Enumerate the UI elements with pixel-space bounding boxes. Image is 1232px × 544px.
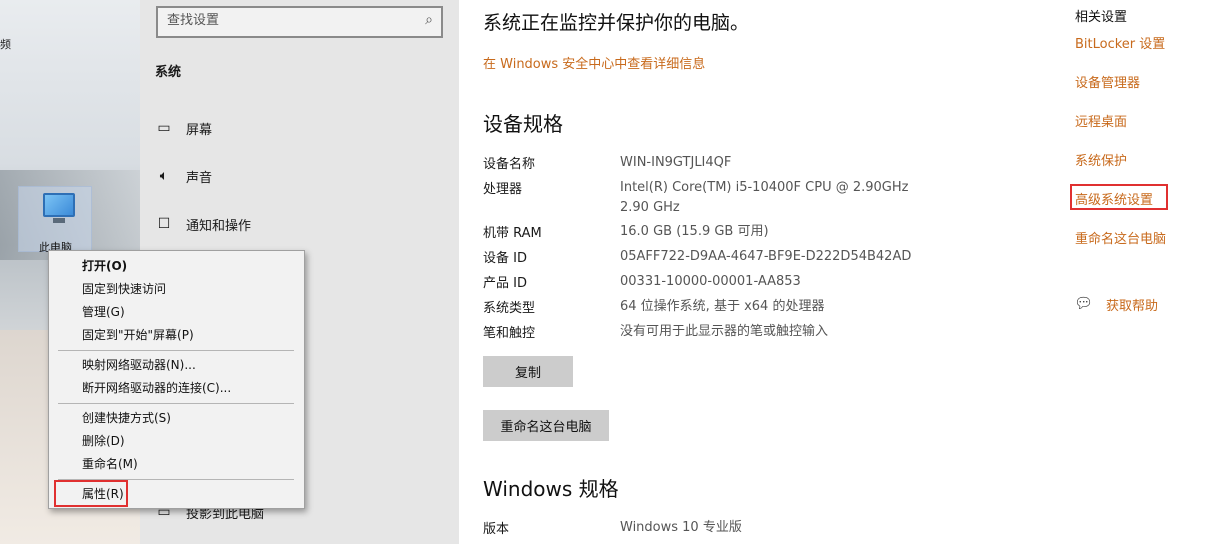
menu-item-delete[interactable]: 删除(D): [49, 430, 304, 453]
bitlocker-link[interactable]: BitLocker 设置: [1075, 33, 1165, 52]
nav-item-label: 通知和操作: [186, 218, 252, 234]
menu-item-disconnect-drive[interactable]: 断开网络驱动器的连接(C)...: [49, 377, 304, 400]
spec-key: 笔和触控: [483, 326, 536, 341]
menu-item-open[interactable]: 打开(O): [49, 255, 304, 278]
device-manager-link[interactable]: 设备管理器: [1075, 72, 1140, 91]
highlight-box: [54, 480, 128, 507]
search-input[interactable]: [167, 13, 407, 28]
remote-desktop-link[interactable]: 远程桌面: [1075, 111, 1127, 130]
get-help-link[interactable]: 获取帮助: [1106, 295, 1158, 314]
protection-status-text: 系统正在监控并保护你的电脑。: [483, 12, 750, 34]
menu-item-pin-start[interactable]: 固定到"开始"屏幕(P): [49, 324, 304, 347]
spec-value: Intel(R) Core(TM) i5-10400F CPU @ 2.90GH…: [620, 180, 909, 215]
search-icon[interactable]: ⌕: [425, 12, 433, 28]
spec-key: 版本: [483, 522, 510, 537]
menu-item-rename[interactable]: 重命名(M): [49, 453, 304, 476]
spec-value: 16.0 GB (15.9 GB 可用): [620, 224, 769, 239]
computer-stand-icon: [53, 218, 65, 223]
spec-key: 机带 RAM: [483, 226, 542, 241]
menu-separator: [58, 350, 294, 351]
context-menu: 打开(O) 固定到快速访问 管理(G) 固定到"开始"屏幕(P) 映射网络驱动器…: [48, 250, 305, 509]
notification-icon: ☐: [157, 216, 171, 232]
spec-value: Windows 10 专业版: [620, 520, 742, 535]
spec-key: 产品 ID: [483, 276, 527, 291]
speaker-icon: 🔈︎: [159, 168, 169, 184]
spec-value: 64 位操作系统, 基于 x64 的处理器: [620, 299, 825, 314]
spec-value: 05AFF722-D9AA-4647-BF9E-D222D54B42AD: [620, 249, 912, 264]
spec-value: WIN-IN9GTJLI4QF: [620, 155, 732, 170]
related-settings: 相关设置 BitLocker 设置 设备管理器 远程桌面 系统保护 高级系统设置…: [1060, 0, 1232, 544]
chat-help-icon: 💬︎: [1074, 294, 1094, 312]
rename-pc-button[interactable]: 重命名这台电脑: [483, 410, 609, 441]
device-specs-heading: 设备规格: [483, 112, 563, 136]
menu-item-map-drive[interactable]: 映射网络驱动器(N)...: [49, 354, 304, 377]
nav-item-label: 声音: [186, 170, 213, 186]
related-settings-heading: 相关设置: [1075, 10, 1128, 25]
windows-specs-heading: Windows 规格: [483, 477, 619, 501]
spec-value: 没有可用于此显示器的笔或触控输入: [620, 324, 829, 339]
search-box[interactable]: ⌕: [156, 6, 443, 38]
rename-pc-link[interactable]: 重命名这台电脑: [1075, 228, 1166, 247]
spec-key: 系统类型: [483, 301, 536, 316]
computer-icon: [43, 193, 75, 217]
spec-key: 设备名称: [483, 157, 536, 172]
menu-separator: [58, 403, 294, 404]
menu-item-manage[interactable]: 管理(G): [49, 301, 304, 324]
monitor-icon: ▭: [157, 120, 171, 136]
security-center-link[interactable]: 在 Windows 安全中心中查看详细信息: [483, 53, 705, 72]
nav-item-label: 屏幕: [186, 122, 213, 138]
desktop-icon-label-partial: 频: [0, 38, 11, 51]
this-pc-desktop-icon[interactable]: 此电脑: [18, 186, 92, 254]
nav-item-display[interactable]: ▭ 屏幕: [140, 106, 459, 150]
copy-button[interactable]: 复制: [483, 356, 573, 387]
spec-value: 00331-10000-00001-AA853: [620, 274, 801, 289]
highlight-box: [1070, 184, 1168, 210]
nav-item-notifications[interactable]: ☐ 通知和操作: [140, 202, 459, 246]
spec-key: 设备 ID: [483, 251, 527, 266]
nav-heading: 系统: [155, 65, 182, 80]
system-protection-link[interactable]: 系统保护: [1075, 150, 1127, 169]
menu-item-pin-quick-access[interactable]: 固定到快速访问: [49, 278, 304, 301]
spec-key: 处理器: [483, 182, 523, 197]
menu-item-create-shortcut[interactable]: 创建快捷方式(S): [49, 407, 304, 430]
nav-item-sound[interactable]: 🔈︎ 声音: [140, 154, 459, 198]
main-content: 系统正在监控并保护你的电脑。 在 Windows 安全中心中查看详细信息 设备规…: [459, 0, 1059, 544]
